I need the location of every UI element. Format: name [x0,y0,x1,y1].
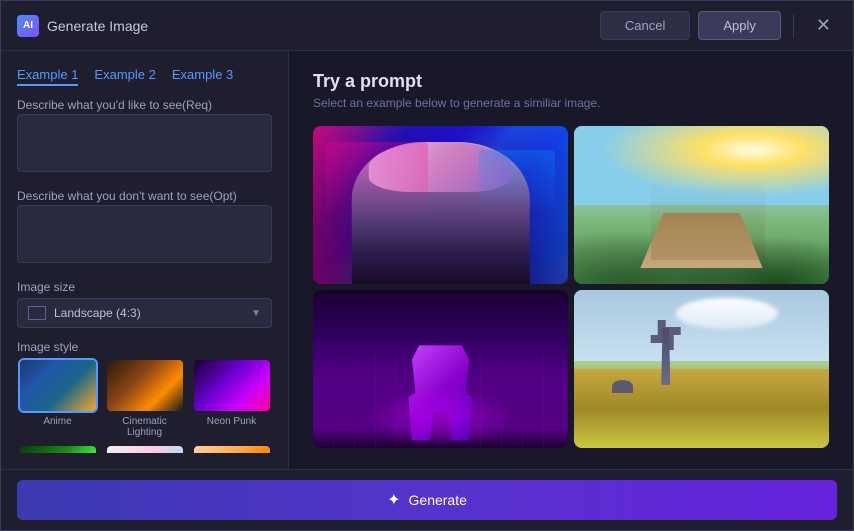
style-grid: Anime Cinematic Lighting Neon Punk [17,358,272,453]
style-thumb-4 [18,444,98,453]
size-preview-icon [28,306,46,320]
style-thumb-anime [18,358,98,413]
generate-label: Generate [409,492,467,508]
cancel-button[interactable]: Cancel [600,11,690,40]
example-image-4[interactable] [574,290,829,448]
spark-icon: ✦ [387,490,400,510]
style-item-neon-punk[interactable]: Neon Punk [191,358,272,438]
header-actions: Cancel Apply ✕ [600,11,837,40]
style-item-cinematic[interactable]: Cinematic Lighting [104,358,185,438]
chevron-down-icon: ▼ [251,308,261,319]
image-style-label: Image style [17,340,272,354]
positive-prompt-section: Describe what you'd like to see(Req) [17,98,272,177]
apply-button[interactable]: Apply [698,11,781,40]
style-thumb-cinematic [105,358,185,413]
image-size-select[interactable]: Landscape (4:3) ▼ [17,298,272,328]
negative-prompt-input[interactable] [17,205,272,263]
style-item-4[interactable] [17,444,98,453]
main-content: Example 1 Example 2 Example 3 Describe w… [1,51,853,469]
negative-label: Describe what you don't want to see(Opt) [17,189,272,203]
example-image-2[interactable] [574,126,829,284]
negative-prompt-section: Describe what you don't want to see(Opt) [17,189,272,268]
ai-icon: AI [17,15,39,37]
style-label-cinematic: Cinematic Lighting [122,416,166,438]
generate-button[interactable]: ✦ Generate [17,480,837,520]
style-item-6[interactable] [191,444,272,453]
tab-example1[interactable]: Example 1 [17,67,78,86]
tab-example3[interactable]: Example 3 [172,67,233,86]
style-item-anime[interactable]: Anime [17,358,98,438]
image-style-section: Image style Anime Cinematic Lighting [17,340,272,453]
positive-prompt-input[interactable] [17,114,272,172]
prompt-subtitle: Select an example below to generate a si… [313,96,829,110]
image-size-value: Landscape (4:3) [54,306,141,320]
example-image-1[interactable] [313,126,568,284]
positive-label: Describe what you'd like to see(Req) [17,98,272,112]
image-size-label: Image size [17,280,272,294]
right-panel: Try a prompt Select an example below to … [289,51,853,469]
example-image-grid [313,126,829,448]
tab-example2[interactable]: Example 2 [94,67,155,86]
example-image-3[interactable] [313,290,568,448]
left-panel: Example 1 Example 2 Example 3 Describe w… [1,51,289,469]
style-label-neon-punk: Neon Punk [207,416,256,427]
dialog-title: Generate Image [47,18,148,34]
style-label-anime: Anime [43,416,71,427]
header-divider [793,14,794,38]
windmill-graphic [651,314,682,385]
generate-bar: ✦ Generate [1,469,853,530]
style-thumb-6 [192,444,272,453]
dialog-header: AI Generate Image Cancel Apply ✕ [1,1,853,51]
style-item-5[interactable] [104,444,185,453]
style-thumb-neon-punk [192,358,272,413]
generate-image-dialog: AI Generate Image Cancel Apply ✕ Example… [0,0,854,531]
prompt-title: Try a prompt [313,71,829,92]
image-size-section: Image size Landscape (4:3) ▼ [17,280,272,328]
style-thumb-5 [105,444,185,453]
close-button[interactable]: ✕ [810,13,837,38]
header-left: AI Generate Image [17,15,148,37]
example-tabs: Example 1 Example 2 Example 3 [17,67,272,86]
